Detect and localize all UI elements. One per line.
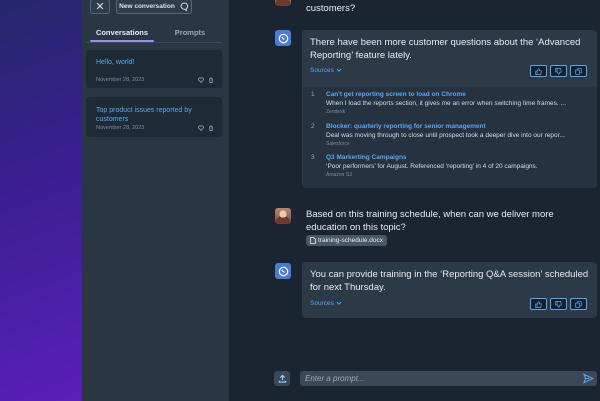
thumbs-up-button[interactable] (530, 65, 547, 77)
source-origin: Zendesk (326, 109, 346, 115)
conversation-date: November 28, 2023 (96, 77, 145, 83)
prompt-input[interactable] (300, 371, 597, 386)
new-conversation-label: New conversation (119, 3, 175, 10)
source-snippet: ‘Poor performers’ for August. Referenced… (326, 163, 538, 170)
user-message: Based on this training schedule, when ca… (306, 209, 554, 233)
thumbs-down-button[interactable] (550, 298, 567, 310)
conversation-item[interactable]: Top product issues reported by customers… (86, 97, 222, 137)
source-number: 3 (311, 154, 315, 161)
sources-toggle[interactable]: Sources (310, 300, 342, 307)
attachment-filename: training-schedule.docx (318, 237, 384, 244)
close-button[interactable]: ✕ (90, 0, 110, 14)
heart-icon[interactable] (198, 77, 204, 83)
tab-divider (86, 42, 222, 43)
chevron-down-icon (336, 301, 342, 305)
conversation-item[interactable]: Hello, world! November 28, 2023 (86, 50, 222, 88)
attachment-chip[interactable]: training-schedule.docx (306, 235, 388, 246)
sources-toggle[interactable]: Sources (310, 67, 342, 74)
new-conversation-button[interactable]: New conversation (116, 0, 192, 14)
assistant-avatar (275, 30, 291, 46)
feedback-buttons (530, 298, 587, 310)
upload-icon (278, 374, 286, 383)
thumbs-up-icon (535, 67, 542, 75)
chevron-down-icon (336, 68, 342, 72)
close-icon: ✕ (95, 1, 105, 13)
copy-icon (575, 300, 582, 308)
thumbs-down-button[interactable] (550, 65, 567, 77)
assistant-avatar (275, 263, 291, 279)
sources-label: Sources (310, 300, 334, 307)
source-number: 2 (311, 123, 315, 130)
thumbs-down-icon (555, 67, 562, 75)
source-title-link[interactable]: Blocker: quarterly reporting for senior … (326, 123, 486, 130)
copy-icon (575, 67, 582, 75)
send-icon[interactable] (583, 373, 594, 384)
assistant-message: You can provide training in the ‘Reporti… (310, 269, 589, 293)
heart-icon[interactable] (198, 125, 204, 131)
feedback-buttons (530, 65, 587, 77)
conversation-title: Top product issues reported by customers (96, 107, 192, 123)
conversation-date: November 28, 2023 (96, 125, 145, 131)
copy-button[interactable] (570, 298, 587, 310)
source-title-link[interactable]: Can't get reporting screen to load on Ch… (326, 91, 466, 98)
source-origin: Salesforce (326, 141, 350, 147)
upload-button[interactable] (274, 371, 290, 386)
source-snippet: When I load the reports section, it give… (326, 100, 566, 107)
conversation-title: Hello, world! (96, 59, 135, 66)
trash-icon[interactable] (208, 125, 214, 131)
source-origin: Amazon S3 (326, 172, 352, 178)
chat-bubble-icon (180, 2, 188, 11)
user-avatar (275, 0, 291, 6)
tab-prompts[interactable]: Prompts (162, 28, 218, 37)
user-avatar (275, 208, 291, 224)
tab-active-indicator (90, 40, 154, 42)
sources-list: 1 Can't get reporting screen to load on … (303, 87, 597, 188)
source-title-link[interactable]: Q3 Markerting Campaigns (326, 154, 407, 161)
source-number: 1 (311, 91, 315, 98)
user-message: customers? (306, 3, 356, 14)
thumbs-up-button[interactable] (530, 298, 547, 310)
background-gradient (0, 0, 82, 401)
thumbs-up-icon (535, 300, 542, 308)
tab-conversations[interactable]: Conversations (90, 28, 154, 37)
trash-icon[interactable] (208, 77, 214, 83)
document-icon (310, 237, 316, 244)
source-snippet: Deal was moving through to close until p… (326, 132, 565, 139)
assistant-message: There have been more customer questions … (310, 37, 581, 61)
sources-label: Sources (310, 67, 334, 74)
thumbs-down-icon (555, 300, 562, 308)
assistant-logo-icon (278, 33, 288, 43)
assistant-logo-icon (278, 266, 288, 276)
copy-button[interactable] (570, 65, 587, 77)
